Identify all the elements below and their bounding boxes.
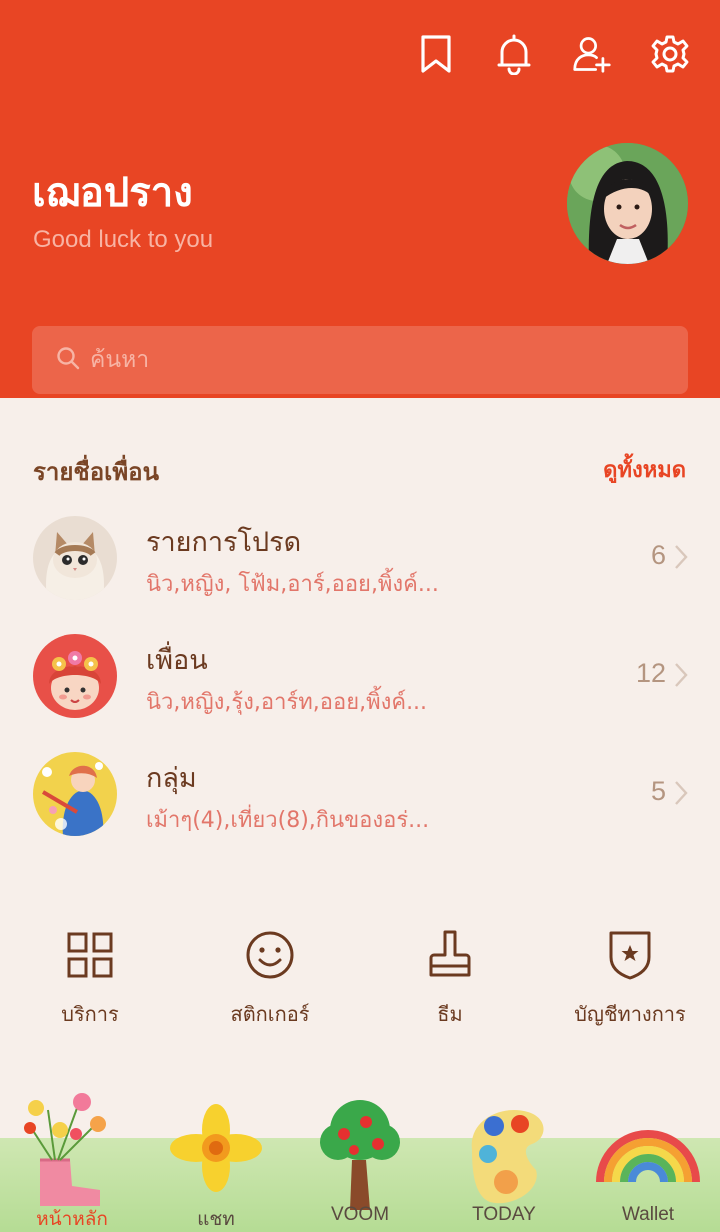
tab-chats[interactable]: แชท <box>144 1090 288 1232</box>
chevron-right-icon <box>674 662 688 692</box>
list-item-groups[interactable]: กลุ่ม เม้าๆ(4),เที่ยว(8),กินของอร่... 5 <box>0 752 720 852</box>
search-input[interactable]: ค้นหา <box>32 326 688 394</box>
themes-button[interactable]: ธีม <box>360 928 540 1030</box>
list-item-members: เม้าๆ(4),เที่ยว(8),กินของอร่... <box>146 808 430 833</box>
list-item-title: เพื่อน <box>146 645 208 676</box>
tab-wallet[interactable]: Wallet <box>576 1090 720 1232</box>
profile-name[interactable]: เฌอปราง <box>32 160 193 224</box>
apple-tree-icon <box>288 1090 432 1210</box>
tab-label: TODAY <box>472 1204 536 1225</box>
flower-boot-icon <box>0 1090 144 1210</box>
shortcut-bar: บริการ สติกเกอร์ ธีม บัญชีทางการ <box>0 928 720 1038</box>
daffodil-icon <box>144 1090 288 1210</box>
tab-today[interactable]: TODAY <box>432 1090 576 1232</box>
stickers-button[interactable]: สติกเกอร์ <box>180 928 360 1030</box>
list-item-title: รายการโปรด <box>146 527 302 558</box>
list-item-favorites[interactable]: รายการโปรด นิว,หญิง, โฟ้ม,อาร์,ออย,พิ้งค… <box>0 516 720 616</box>
search-placeholder: ค้นหา <box>90 347 150 373</box>
paint-palette-icon <box>432 1090 576 1210</box>
tab-label: หน้าหลัก <box>36 1209 108 1230</box>
bell-icon[interactable] <box>494 32 534 76</box>
tab-label: แชท <box>197 1209 235 1230</box>
rainbow-icon <box>576 1090 720 1210</box>
chevron-right-icon <box>674 780 688 810</box>
shield-star-icon <box>540 928 720 982</box>
smile-icon <box>180 928 360 982</box>
profile-avatar[interactable] <box>567 143 688 264</box>
group-thumbnail <box>33 752 117 836</box>
list-item-count: 6 <box>650 540 666 570</box>
profile-header: เฌอปราง Good luck to you ค้นหา <box>0 0 720 398</box>
tab-voom[interactable]: VOOM <box>288 1090 432 1232</box>
header-icon-bar <box>416 32 690 76</box>
tab-label: VOOM <box>330 1204 390 1225</box>
list-item-members: นิว,หญิง, โฟ้ม,อาร์,ออย,พิ้งค์... <box>146 572 439 597</box>
list-item-friends[interactable]: เพื่อน นิว,หญิง,รุ้ง,อาร์ท,ออย,พิ้งค์...… <box>0 634 720 734</box>
bottom-tab-bar: หน้าหลัก แชท VOOM TODAY Wallet <box>0 1090 720 1232</box>
chevron-right-icon <box>674 544 688 574</box>
friends-section-title: รายชื่อเพื่อน <box>33 458 159 486</box>
list-item-count: 5 <box>650 776 666 806</box>
shortcut-label: สติกเกอร์ <box>230 1002 310 1026</box>
add-friend-icon[interactable] <box>572 32 612 76</box>
cat-thumbnail <box>33 516 117 600</box>
services-button[interactable]: บริการ <box>0 928 180 1030</box>
shortcut-label: บริการ <box>61 1002 119 1026</box>
brush-icon <box>360 928 540 982</box>
list-item-members: นิว,หญิง,รุ้ง,อาร์ท,ออย,พิ้งค์... <box>146 690 428 715</box>
list-item-title: กลุ่ม <box>146 763 197 794</box>
see-all-link[interactable]: ดูทั้งหมด <box>603 452 686 487</box>
official-accounts-button[interactable]: บัญชีทางการ <box>540 928 720 1030</box>
grid-icon <box>0 928 180 982</box>
list-item-count: 12 <box>635 658 666 688</box>
shortcut-label: บัญชีทางการ <box>574 1002 686 1026</box>
shortcut-label: ธีม <box>437 1002 463 1026</box>
bookmark-icon[interactable] <box>416 32 456 76</box>
tab-home[interactable]: หน้าหลัก <box>0 1090 144 1232</box>
search-icon <box>56 346 80 374</box>
tab-label: Wallet <box>621 1204 675 1225</box>
gear-icon[interactable] <box>650 32 690 76</box>
girl-character-thumbnail <box>33 634 117 718</box>
status-message[interactable]: Good luck to you <box>33 226 213 254</box>
